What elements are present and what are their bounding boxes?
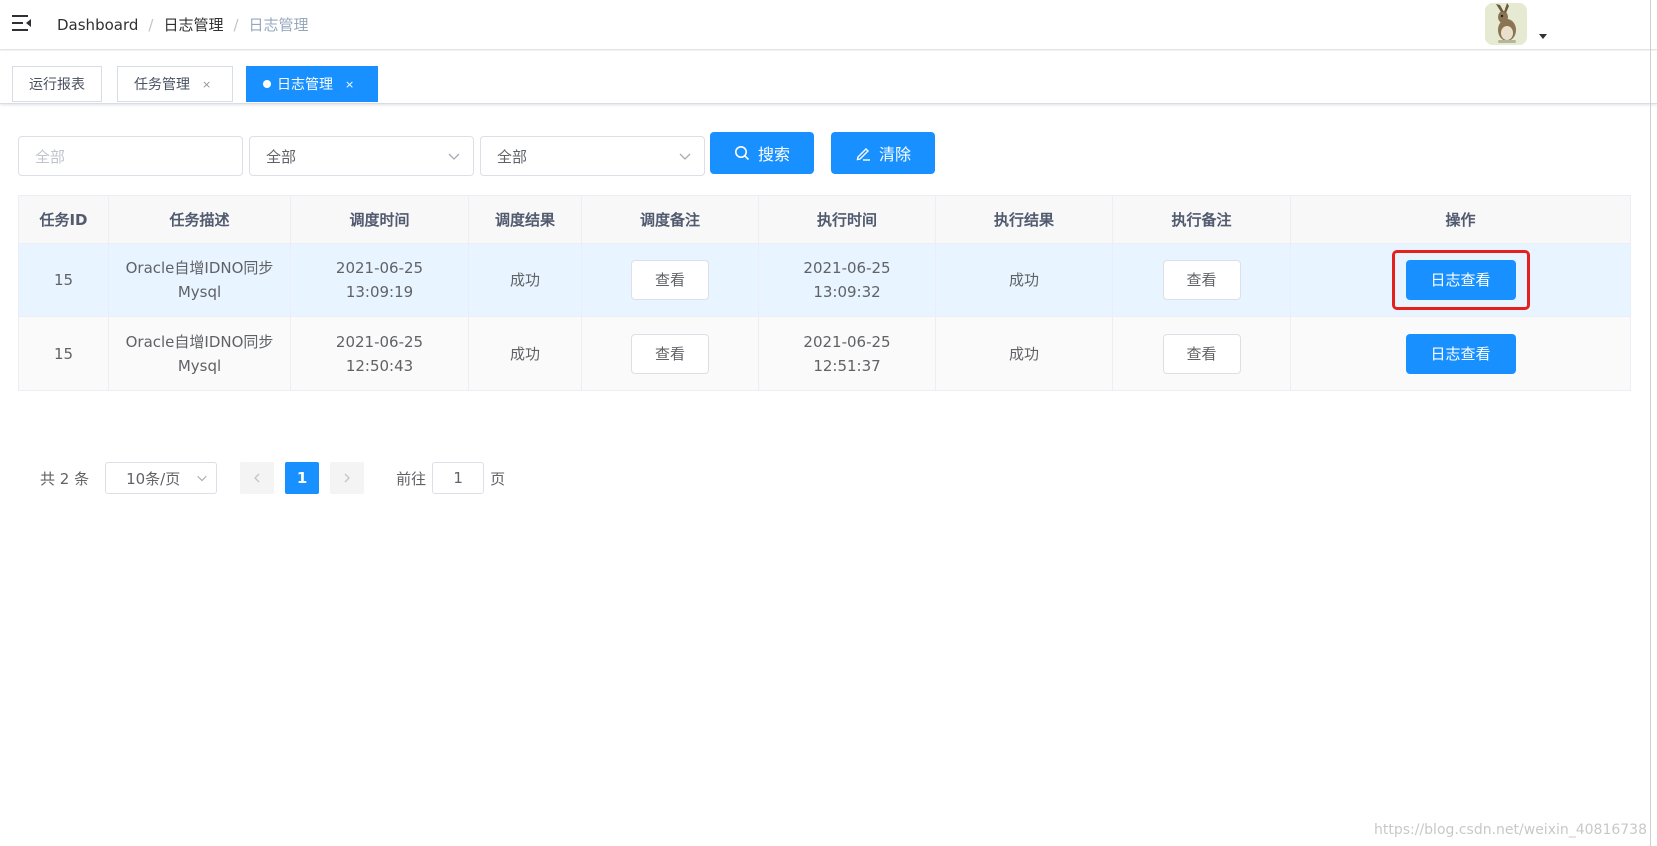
view-log-button[interactable]: 日志查看 <box>1405 260 1516 300</box>
task-desc-cell: Oracle自增IDNO同步 Mysql <box>109 317 291 390</box>
clear-button[interactable]: 清除 <box>831 132 935 174</box>
task-desc-line: Mysql <box>177 356 222 375</box>
exec-time-cell: 2021-06-25 12:51:37 <box>759 317 936 390</box>
close-icon[interactable]: × <box>202 78 211 91</box>
tag-task-management[interactable]: 任务管理 × <box>117 66 233 102</box>
schedule-result-select[interactable]: 全部 <box>249 136 474 176</box>
task-desc-line: Oracle自增IDNO同步 <box>125 332 274 351</box>
schedule-note-cell: 查看 <box>582 244 759 316</box>
table-header: 任务ID 任务描述 调度时间 调度结果 调度备注 执行时间 执行结果 执行备注 … <box>19 196 1630 244</box>
view-log-button[interactable]: 日志查看 <box>1405 333 1516 374</box>
exec-result-cell: 成功 <box>936 317 1113 390</box>
page-size-value: 10条/页 <box>126 469 181 488</box>
view-exec-note-button[interactable]: 查看 <box>1162 260 1241 300</box>
highlight-annotation: 日志查看 <box>1391 250 1530 310</box>
column-header: 调度备注 <box>582 196 759 243</box>
watermark: https://blog.csdn.net/weixin_40816738 <box>1373 822 1647 838</box>
search-button[interactable]: 搜索 <box>710 132 814 174</box>
breadcrumb-current: 日志管理 <box>248 16 309 34</box>
hamburger-menu-icon[interactable] <box>12 14 32 32</box>
schedule-time-cell: 2021-06-25 13:09:19 <box>291 244 469 316</box>
log-table: 任务ID 任务描述 调度时间 调度结果 调度备注 执行时间 执行结果 执行备注 … <box>18 195 1631 391</box>
breadcrumb-separator: / <box>233 15 239 34</box>
chevron-down-icon <box>447 149 461 163</box>
task-id-cell: 15 <box>19 317 109 390</box>
column-header: 任务ID <box>19 196 109 243</box>
column-header: 操作 <box>1445 211 1476 229</box>
exec-note-cell: 查看 <box>1113 244 1291 316</box>
chevron-down-icon <box>678 149 692 163</box>
task-filter-input[interactable]: 全部 <box>18 136 243 176</box>
action-cell: 日志查看 <box>1291 244 1630 316</box>
exec-result-cell: 成功 <box>936 244 1113 316</box>
caret-down-icon[interactable] <box>1539 34 1547 39</box>
column-header: 任务描述 <box>109 196 291 243</box>
table-row[interactable]: 15 Oracle自增IDNO同步 Mysql 2021-06-25 12:50… <box>19 317 1630 390</box>
table-row[interactable]: 15 Oracle自增IDNO同步 Mysql 2021-06-25 13:09… <box>19 244 1630 317</box>
chevron-right-icon <box>344 473 351 483</box>
page-number-active[interactable]: 1 <box>285 462 320 494</box>
column-header: 调度结果 <box>469 196 582 243</box>
active-dot-icon <box>263 80 271 88</box>
edit-icon <box>856 148 870 161</box>
exec-result-select[interactable]: 全部 <box>480 136 705 176</box>
chevron-left-icon <box>254 473 260 483</box>
breadcrumb-separator: / <box>148 15 154 34</box>
pagination-jumper: 前往 1 页 <box>396 462 505 494</box>
schedule-result-cell: 成功 <box>469 244 582 316</box>
goto-page-input[interactable]: 1 <box>432 462 485 494</box>
pagination-total: 共 2 条 <box>40 469 90 488</box>
avatar[interactable] <box>1485 3 1527 45</box>
prev-page-button[interactable] <box>240 462 275 494</box>
schedule-result-cell: 成功 <box>469 317 582 390</box>
goto-label: 前往 <box>396 469 427 488</box>
schedule-note-cell: 查看 <box>582 317 759 390</box>
tag-run-report[interactable]: 运行报表 <box>12 66 102 102</box>
navbar: Dashboard / 日志管理 / 日志管理 <box>0 0 1657 50</box>
column-header: 调度时间 <box>291 196 469 243</box>
tag-label: 日志管理 <box>277 77 333 93</box>
search-icon <box>734 146 750 161</box>
tags-view: 运行报表 任务管理 × 日志管理 × <box>0 51 1657 104</box>
close-icon[interactable]: × <box>345 78 354 91</box>
chevron-down-icon <box>196 472 208 484</box>
tag-log-management[interactable]: 日志管理 × <box>246 66 378 102</box>
exec-note-cell: 查看 <box>1113 317 1291 390</box>
task-desc-line: Oracle自增IDNO同步 <box>125 259 274 277</box>
page-size-select[interactable]: 10条/页 <box>105 462 218 494</box>
breadcrumb-dashboard[interactable]: Dashboard <box>57 16 138 34</box>
clear-label: 清除 <box>878 145 911 164</box>
user-menu[interactable] <box>1485 3 1547 45</box>
breadcrumb-log-management[interactable]: 日志管理 <box>163 14 223 35</box>
view-schedule-note-button[interactable]: 查看 <box>631 333 709 374</box>
breadcrumb: Dashboard / 日志管理 / 日志管理 <box>57 14 309 35</box>
view-schedule-note-button[interactable]: 查看 <box>631 260 709 300</box>
action-cell: 日志查看 <box>1291 317 1630 390</box>
task-desc-cell: Oracle自增IDNO同步 Mysql <box>109 244 291 316</box>
next-page-button[interactable] <box>330 462 365 494</box>
task-id-cell: 15 <box>19 244 109 316</box>
task-desc-line: Mysql <box>177 283 222 301</box>
tag-label: 任务管理 <box>134 77 190 93</box>
view-exec-note-button[interactable]: 查看 <box>1162 333 1241 374</box>
column-header: 执行时间 <box>759 196 936 243</box>
select-value: 全部 <box>497 147 528 166</box>
column-header: 执行备注 <box>1113 196 1291 243</box>
pagination: 共 2 条 10条/页 1 前往 1 页 <box>40 462 505 494</box>
search-label: 搜索 <box>757 145 790 164</box>
page-unit-label: 页 <box>490 469 506 488</box>
exec-time-cell: 2021-06-25 13:09:32 <box>759 244 936 316</box>
tag-label: 运行报表 <box>29 77 85 93</box>
scrollbar-edge <box>1650 0 1651 846</box>
schedule-time-cell: 2021-06-25 12:50:43 <box>291 317 469 390</box>
select-value: 全部 <box>266 147 297 166</box>
column-header: 执行结果 <box>936 196 1113 243</box>
